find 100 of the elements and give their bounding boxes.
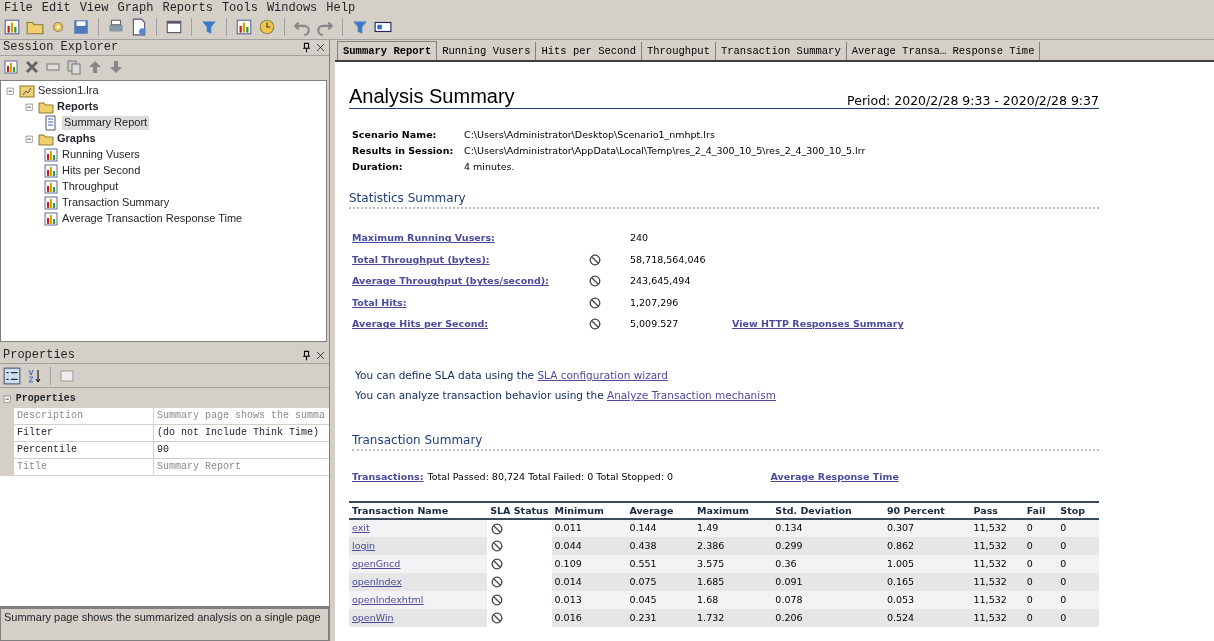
chart-icon[interactable] [3,18,21,36]
tree-item[interactable]: Graphs [57,132,96,146]
note-text: You can analyze transaction behavior using the [355,388,605,401]
menu-item[interactable]: Edit [39,0,78,15]
category-label: Properties [15,393,76,406]
info-value: 4 minutes. [463,161,515,172]
property-value[interactable]: 90 [154,442,329,458]
tab[interactable]: Hits per Second [536,42,642,60]
collapse-toggle-icon[interactable] [5,85,16,97]
tab[interactable]: Running Vusers [437,42,537,60]
table-cell: 0.014 [551,573,627,592]
chart-icon [43,195,59,211]
tree-item[interactable]: Hits per Second [62,164,141,178]
stat-value: 1,207,296 [630,296,680,309]
panel-title: Properties [3,348,75,363]
document-icon[interactable] [130,18,148,36]
tree-item[interactable]: Reports [57,100,99,114]
table-cell: 11,532 [970,537,1024,556]
window-icon[interactable] [165,18,183,36]
transaction-link[interactable]: login [352,539,376,551]
collapse-toggle-icon[interactable] [24,101,35,113]
section-heading: Transaction Summary [352,432,1099,452]
no-data-icon [490,611,505,626]
stat-link[interactable]: Total Throughput (bytes): [352,253,490,265]
table-cell: 11,532 [970,555,1024,574]
note-link[interactable]: Analyze Transaction mechanism [606,388,776,401]
table-cell: 1.685 [694,573,773,592]
table-cell: 0 [1023,555,1058,574]
info-value: C:\Users\Administrator\Desktop\Scenario1_nmhpt.lrs [463,129,715,140]
transactions-link[interactable]: Transactions: [352,471,424,483]
no-data-icon [490,593,505,608]
tab[interactable]: Summary Report [337,41,438,60]
menu-item[interactable]: Tools [219,0,265,15]
tab[interactable]: Average Transa… Response Time [846,42,1041,60]
section-heading: Statistics Summary [349,191,1099,210]
stat-link[interactable]: Total Hits: [352,296,407,308]
tree-item[interactable]: Session1.lra [38,84,99,98]
table-cell: 0 [1023,573,1058,592]
chart-icon[interactable] [235,18,253,36]
collapse-toggle-icon[interactable] [24,133,35,145]
menu-item[interactable]: View [77,0,116,15]
up-arrow-icon[interactable] [87,59,103,75]
tab[interactable]: Throughput [641,42,716,60]
table-cell: 2.386 [694,537,773,556]
folder-icon [38,99,54,115]
no-data-icon [490,521,505,536]
save-icon[interactable] [72,18,90,36]
table-cell: 0 [1057,555,1099,574]
transaction-link[interactable]: exit [352,522,370,534]
stat-link[interactable]: Average Hits per Second: [352,318,489,330]
filter-icon[interactable] [351,18,369,36]
note-link[interactable]: SLA configuration wizard [537,368,668,381]
table-cell: 11,532 [970,609,1024,628]
session-icon [19,83,35,99]
pin-icon[interactable] [301,350,313,361]
table-cell: 0 [1057,591,1099,610]
stat-link[interactable]: Maximum Running Vusers: [352,232,495,244]
table-cell: 0.045 [626,591,695,610]
tab[interactable]: Transaction Summary [715,42,847,60]
tree-item[interactable]: Running Vusers [62,148,140,162]
collapse-toggle-icon[interactable] [2,394,13,405]
pin-icon[interactable] [301,42,313,53]
tree-item[interactable]: Throughput [62,180,119,194]
delete-icon[interactable] [24,59,40,75]
info-label: Scenario Name: [352,128,438,142]
menu-item[interactable]: Windows [264,0,325,15]
filter-icon[interactable] [200,18,218,36]
add-chart-icon[interactable] [3,59,19,75]
table-cell: 0 [1057,609,1099,628]
categorized-icon[interactable] [3,366,21,385]
menu-item[interactable]: Reports [160,0,220,15]
response-time-link[interactable]: Average Response Time [770,471,899,483]
table-cell: 1.732 [694,609,773,628]
no-data-icon [490,557,505,572]
report-title: Analysis Summary [349,84,515,108]
menu-item[interactable]: File [2,0,40,15]
note-text: You can define SLA data using the [355,368,536,381]
property-value[interactable]: (do not Include Think Time) [154,425,329,441]
transaction-link[interactable]: openWin [352,611,394,623]
tree-item[interactable]: Summary Report [62,116,150,130]
table-cell: 0.078 [772,591,884,610]
no-data-icon [588,317,602,332]
tree-item[interactable]: Average Transaction Response Time [62,212,243,226]
tree-item[interactable]: Transaction Summary [62,196,170,210]
clock-icon[interactable] [258,18,276,36]
property-value: Summary page shows the summa [154,408,329,424]
table-cell: 0.551 [626,555,695,574]
stat-value: 58,718,564,046 [630,253,707,266]
stat-link[interactable]: View HTTP Responses Summary [732,318,904,330]
description-text: Summary page shows the summarized analysis on a single page [4,611,321,623]
close-icon[interactable] [315,350,326,361]
stat-link[interactable]: Average Throughput (bytes/second): [352,275,549,287]
property-name: Title [14,459,154,475]
menu-item[interactable]: Help [324,0,363,15]
copy-icon[interactable] [66,59,82,75]
stat-value: 240 [630,232,650,244]
down-arrow-icon[interactable] [108,59,124,75]
stat-value: 243,645,494 [630,275,692,287]
menu-item[interactable]: Graph [115,0,161,15]
close-icon[interactable] [315,42,326,53]
